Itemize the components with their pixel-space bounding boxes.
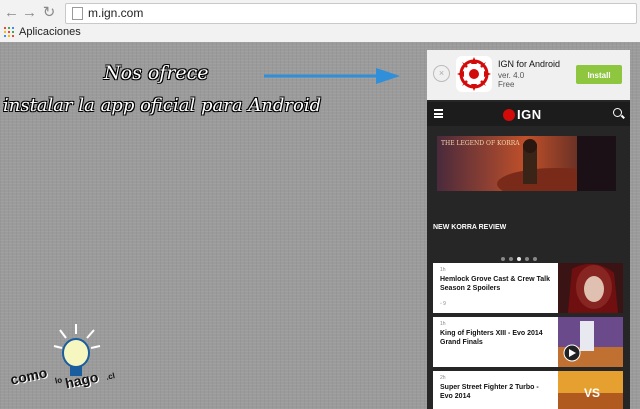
app-price: Free bbox=[498, 80, 515, 89]
address-bar[interactable]: m.ign.com bbox=[65, 3, 637, 24]
forward-icon[interactable]: → bbox=[22, 5, 37, 20]
apps-bookmark-label[interactable]: Aplicaciones bbox=[19, 26, 81, 38]
back-icon[interactable]: ← bbox=[4, 5, 19, 20]
story-time: 1h bbox=[440, 321, 446, 327]
story-time: 1h bbox=[440, 267, 446, 273]
app-install-banner: × IGN for Android ver. 4.0 Free Install bbox=[427, 50, 630, 100]
story-thumbnail[interactable] bbox=[558, 317, 623, 367]
comment-icon: ▫ bbox=[440, 301, 442, 307]
hero-title: THE LEGEND OF KORRA bbox=[441, 140, 520, 147]
annotation-line-2: instalar la app oficial para Android bbox=[3, 95, 322, 116]
story-item[interactable]: 2h Super Street Fighter 2 Turbo - Evo 20… bbox=[433, 371, 623, 409]
ign-app-icon bbox=[456, 56, 492, 92]
story-headline[interactable]: King of Fighters XIII - Evo 2014 Grand F… bbox=[440, 329, 552, 347]
story-thumbnail[interactable]: VS bbox=[558, 371, 623, 409]
close-icon[interactable]: × bbox=[433, 65, 450, 82]
menu-icon[interactable] bbox=[434, 109, 443, 118]
app-name: IGN for Android bbox=[498, 59, 561, 69]
hero-banner-image[interactable]: THE LEGEND OF KORRA bbox=[437, 136, 616, 191]
search-icon[interactable] bbox=[613, 108, 622, 117]
ign-logo[interactable]: IGN bbox=[503, 107, 542, 122]
logo-suffix: .cl bbox=[105, 371, 116, 382]
bookmarks-bar: Aplicaciones bbox=[0, 24, 640, 41]
story-item[interactable]: 1h King of Fighters XIII - Evo 2014 Gran… bbox=[433, 317, 623, 367]
browser-toolbar: ← → ↻ m.ign.com Aplicaciones bbox=[0, 0, 640, 43]
carousel-dot-active[interactable] bbox=[517, 257, 521, 261]
arrow-icon bbox=[264, 68, 400, 84]
app-version: ver. 4.0 bbox=[498, 71, 525, 80]
story-headline[interactable]: Super Street Fighter 2 Turbo - Evo 2014 bbox=[440, 383, 552, 401]
svg-text:VS: VS bbox=[584, 386, 600, 400]
ign-header: IGN bbox=[427, 102, 630, 126]
ign-star-icon bbox=[503, 109, 515, 121]
comolohago-logo: como lo hago .cl bbox=[9, 320, 120, 400]
page-icon bbox=[72, 7, 83, 20]
reload-icon[interactable]: ↻ bbox=[42, 5, 56, 20]
apps-grid-icon[interactable] bbox=[4, 27, 14, 37]
carousel-dot[interactable] bbox=[509, 257, 513, 261]
story-headline[interactable]: Hemlock Grove Cast & Crew Talk Season 2 … bbox=[440, 275, 552, 293]
section-title: NEW KORRA REVIEW bbox=[433, 224, 507, 231]
mobile-ign-preview: × IGN for Android ver. 4.0 Free Install … bbox=[427, 50, 630, 409]
story-thumbnail[interactable] bbox=[558, 263, 623, 313]
install-button[interactable]: Install bbox=[576, 65, 622, 84]
url-text[interactable]: m.ign.com bbox=[88, 6, 143, 20]
story-comments: ▫ 9 bbox=[440, 301, 446, 307]
story-item[interactable]: 1h Hemlock Grove Cast & Crew Talk Season… bbox=[433, 263, 623, 313]
annotation-line-1: Nos ofrece bbox=[104, 62, 209, 84]
carousel-dot[interactable] bbox=[501, 257, 505, 261]
story-time: 2h bbox=[440, 375, 446, 381]
lightbulb-icon bbox=[53, 324, 101, 376]
carousel-dot[interactable] bbox=[525, 257, 529, 261]
carousel-dot[interactable] bbox=[533, 257, 537, 261]
